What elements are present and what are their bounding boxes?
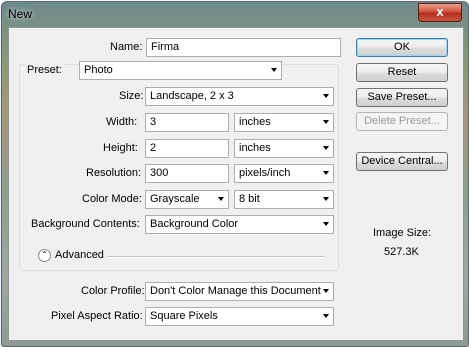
dropdown-arrow-icon bbox=[323, 94, 329, 98]
preset-select[interactable]: Photo bbox=[79, 61, 282, 80]
save-preset-button[interactable]: Save Preset... bbox=[356, 88, 448, 107]
advanced-toggle-label[interactable]: Advanced bbox=[55, 249, 104, 261]
background-contents-label: Background Contents: bbox=[31, 218, 140, 230]
height-input[interactable]: 2 bbox=[145, 139, 229, 158]
dropdown-arrow-icon bbox=[323, 146, 329, 150]
dropdown-arrow-icon bbox=[323, 197, 329, 201]
pixel-aspect-ratio-label: Pixel Aspect Ratio: bbox=[51, 310, 143, 322]
background-contents-select[interactable]: Background Color bbox=[145, 215, 334, 234]
name-label: Name: bbox=[110, 41, 143, 53]
resolution-unit-select[interactable]: pixels/inch bbox=[234, 164, 334, 183]
color-mode-label: Color Mode: bbox=[82, 193, 142, 205]
dialog-window: New x Name: Firma Preset: Photo Size: La… bbox=[1, 1, 469, 347]
width-label: Width: bbox=[106, 116, 138, 128]
advanced-separator bbox=[107, 256, 325, 258]
delete-preset-button: Delete Preset... bbox=[356, 112, 448, 131]
dropdown-arrow-icon bbox=[218, 197, 224, 201]
height-label: Height: bbox=[103, 142, 138, 154]
title-bar[interactable]: New x bbox=[2, 2, 468, 26]
size-label: Size: bbox=[119, 90, 144, 102]
device-central-button[interactable]: Device Central... bbox=[356, 152, 448, 171]
pixel-aspect-ratio-select[interactable]: Square Pixels bbox=[145, 307, 334, 326]
dropdown-arrow-icon bbox=[323, 171, 329, 175]
width-input[interactable]: 3 bbox=[145, 113, 229, 132]
resolution-label: Resolution: bbox=[86, 167, 142, 179]
height-unit-select[interactable]: inches bbox=[234, 139, 334, 158]
width-unit-select[interactable]: inches bbox=[234, 113, 334, 132]
size-select[interactable]: Landscape, 2 x 3 bbox=[145, 87, 334, 106]
resolution-input[interactable]: 300 bbox=[145, 164, 229, 183]
preset-label: Preset: bbox=[25, 64, 64, 76]
dropdown-arrow-icon bbox=[323, 222, 329, 226]
ok-button[interactable]: OK bbox=[356, 38, 448, 57]
color-profile-select[interactable]: Don't Color Manage this Document bbox=[145, 282, 334, 301]
chevron-up-icon[interactable]: ⌃ bbox=[38, 249, 51, 262]
dropdown-arrow-icon bbox=[323, 289, 329, 293]
color-profile-label: Color Profile: bbox=[81, 285, 145, 297]
dropdown-arrow-icon bbox=[323, 120, 329, 124]
image-size-value: 527.3K bbox=[384, 246, 419, 258]
window-title: New bbox=[8, 7, 33, 21]
dialog-body: Name: Firma Preset: Photo Size: Landscap… bbox=[8, 27, 464, 341]
image-size-label: Image Size: bbox=[373, 227, 432, 239]
close-button[interactable]: x bbox=[418, 3, 462, 22]
dropdown-arrow-icon bbox=[323, 314, 329, 318]
name-input[interactable]: Firma bbox=[146, 38, 341, 57]
close-icon: x bbox=[436, 4, 444, 19]
reset-button[interactable]: Reset bbox=[356, 63, 448, 82]
bit-depth-select[interactable]: 8 bit bbox=[234, 190, 334, 209]
color-mode-select[interactable]: Grayscale bbox=[145, 190, 229, 209]
dropdown-arrow-icon bbox=[271, 68, 277, 72]
